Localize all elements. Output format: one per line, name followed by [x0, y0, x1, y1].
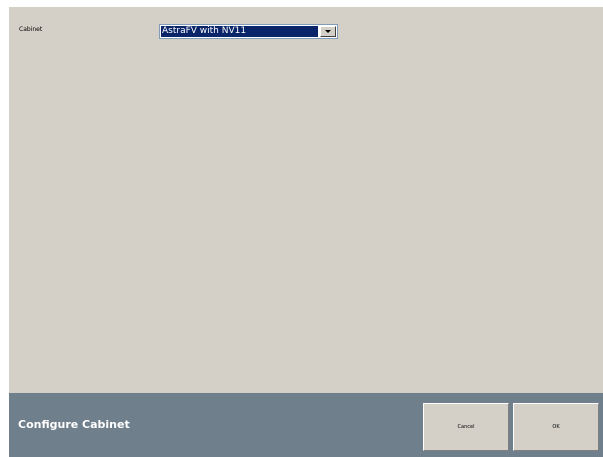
configure-cabinet-window: Cabinet AstraFV with NV11 Configure Cabi…: [9, 7, 603, 457]
cancel-button-label: Cancel: [457, 424, 475, 430]
cancel-button[interactable]: Cancel: [423, 403, 509, 451]
cabinet-select[interactable]: AstraFV with NV11: [159, 24, 338, 39]
ok-button-label: OK: [552, 424, 560, 430]
form-area: Cabinet AstraFV with NV11: [9, 7, 603, 393]
chevron-down-icon: [325, 30, 331, 33]
cabinet-label: Cabinet: [19, 26, 43, 33]
footer-bar: Configure Cabinet Cancel OK: [9, 393, 603, 457]
page-title: Configure Cabinet: [18, 418, 130, 431]
dropdown-button[interactable]: [320, 26, 336, 37]
ok-button[interactable]: OK: [513, 403, 599, 451]
cabinet-select-value[interactable]: AstraFV with NV11: [161, 26, 318, 37]
